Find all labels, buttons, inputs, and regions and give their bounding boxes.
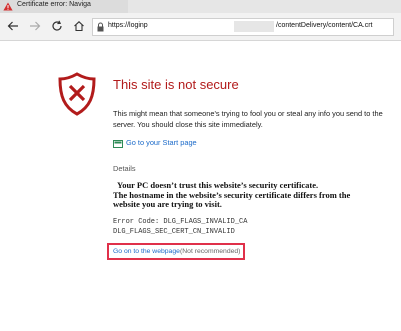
go-on-highlight-box: Go on to the webpage (Not recommended) bbox=[107, 243, 245, 260]
url-text-end: /contentDelivery/content/CA.crt bbox=[276, 22, 373, 29]
error-code-line: Error Code: DLG_FLAGS_INVALID_CA bbox=[113, 218, 248, 226]
certificate-warning: Your PC doesn’t trust this website’s sec… bbox=[113, 180, 393, 210]
back-arrow-icon[interactable] bbox=[6, 19, 20, 33]
tab-certificate-error[interactable]: Certificate error: Naviga bbox=[0, 0, 128, 13]
navigation-bar: https://loginp /contentDelivery/content/… bbox=[0, 13, 401, 41]
refresh-icon[interactable] bbox=[50, 19, 64, 33]
url-text-start: https://loginp bbox=[108, 22, 148, 29]
tab-title: Certificate error: Naviga bbox=[17, 1, 91, 8]
details-label[interactable]: Details bbox=[113, 164, 136, 173]
warning-line: website you are trying to visit. bbox=[113, 199, 222, 209]
url-redaction bbox=[234, 21, 274, 32]
page-title: This site is not secure bbox=[113, 77, 239, 92]
go-on-to-webpage-link[interactable]: Go on to the webpage bbox=[113, 248, 180, 255]
page-description: This might mean that someone's trying to… bbox=[113, 109, 383, 129]
error-code: Error Code: DLG_FLAGS_INVALID_CA DLG_FLA… bbox=[113, 217, 247, 237]
error-code-line: DLG_FLAGS_SEC_CERT_CN_INVALID bbox=[113, 228, 235, 236]
not-recommended-note: (Not recommended) bbox=[180, 248, 241, 255]
start-page-link-text[interactable]: Go to your Start page bbox=[126, 138, 197, 147]
address-bar[interactable]: https://loginp /contentDelivery/content/… bbox=[92, 18, 394, 36]
forward-arrow-icon[interactable] bbox=[28, 19, 42, 33]
home-icon[interactable] bbox=[72, 19, 86, 33]
shield-error-icon bbox=[58, 72, 96, 116]
start-page-icon bbox=[113, 140, 123, 148]
warning-icon bbox=[3, 2, 13, 11]
lock-icon bbox=[97, 22, 104, 32]
tab-bar: Certificate error: Naviga bbox=[0, 0, 401, 13]
